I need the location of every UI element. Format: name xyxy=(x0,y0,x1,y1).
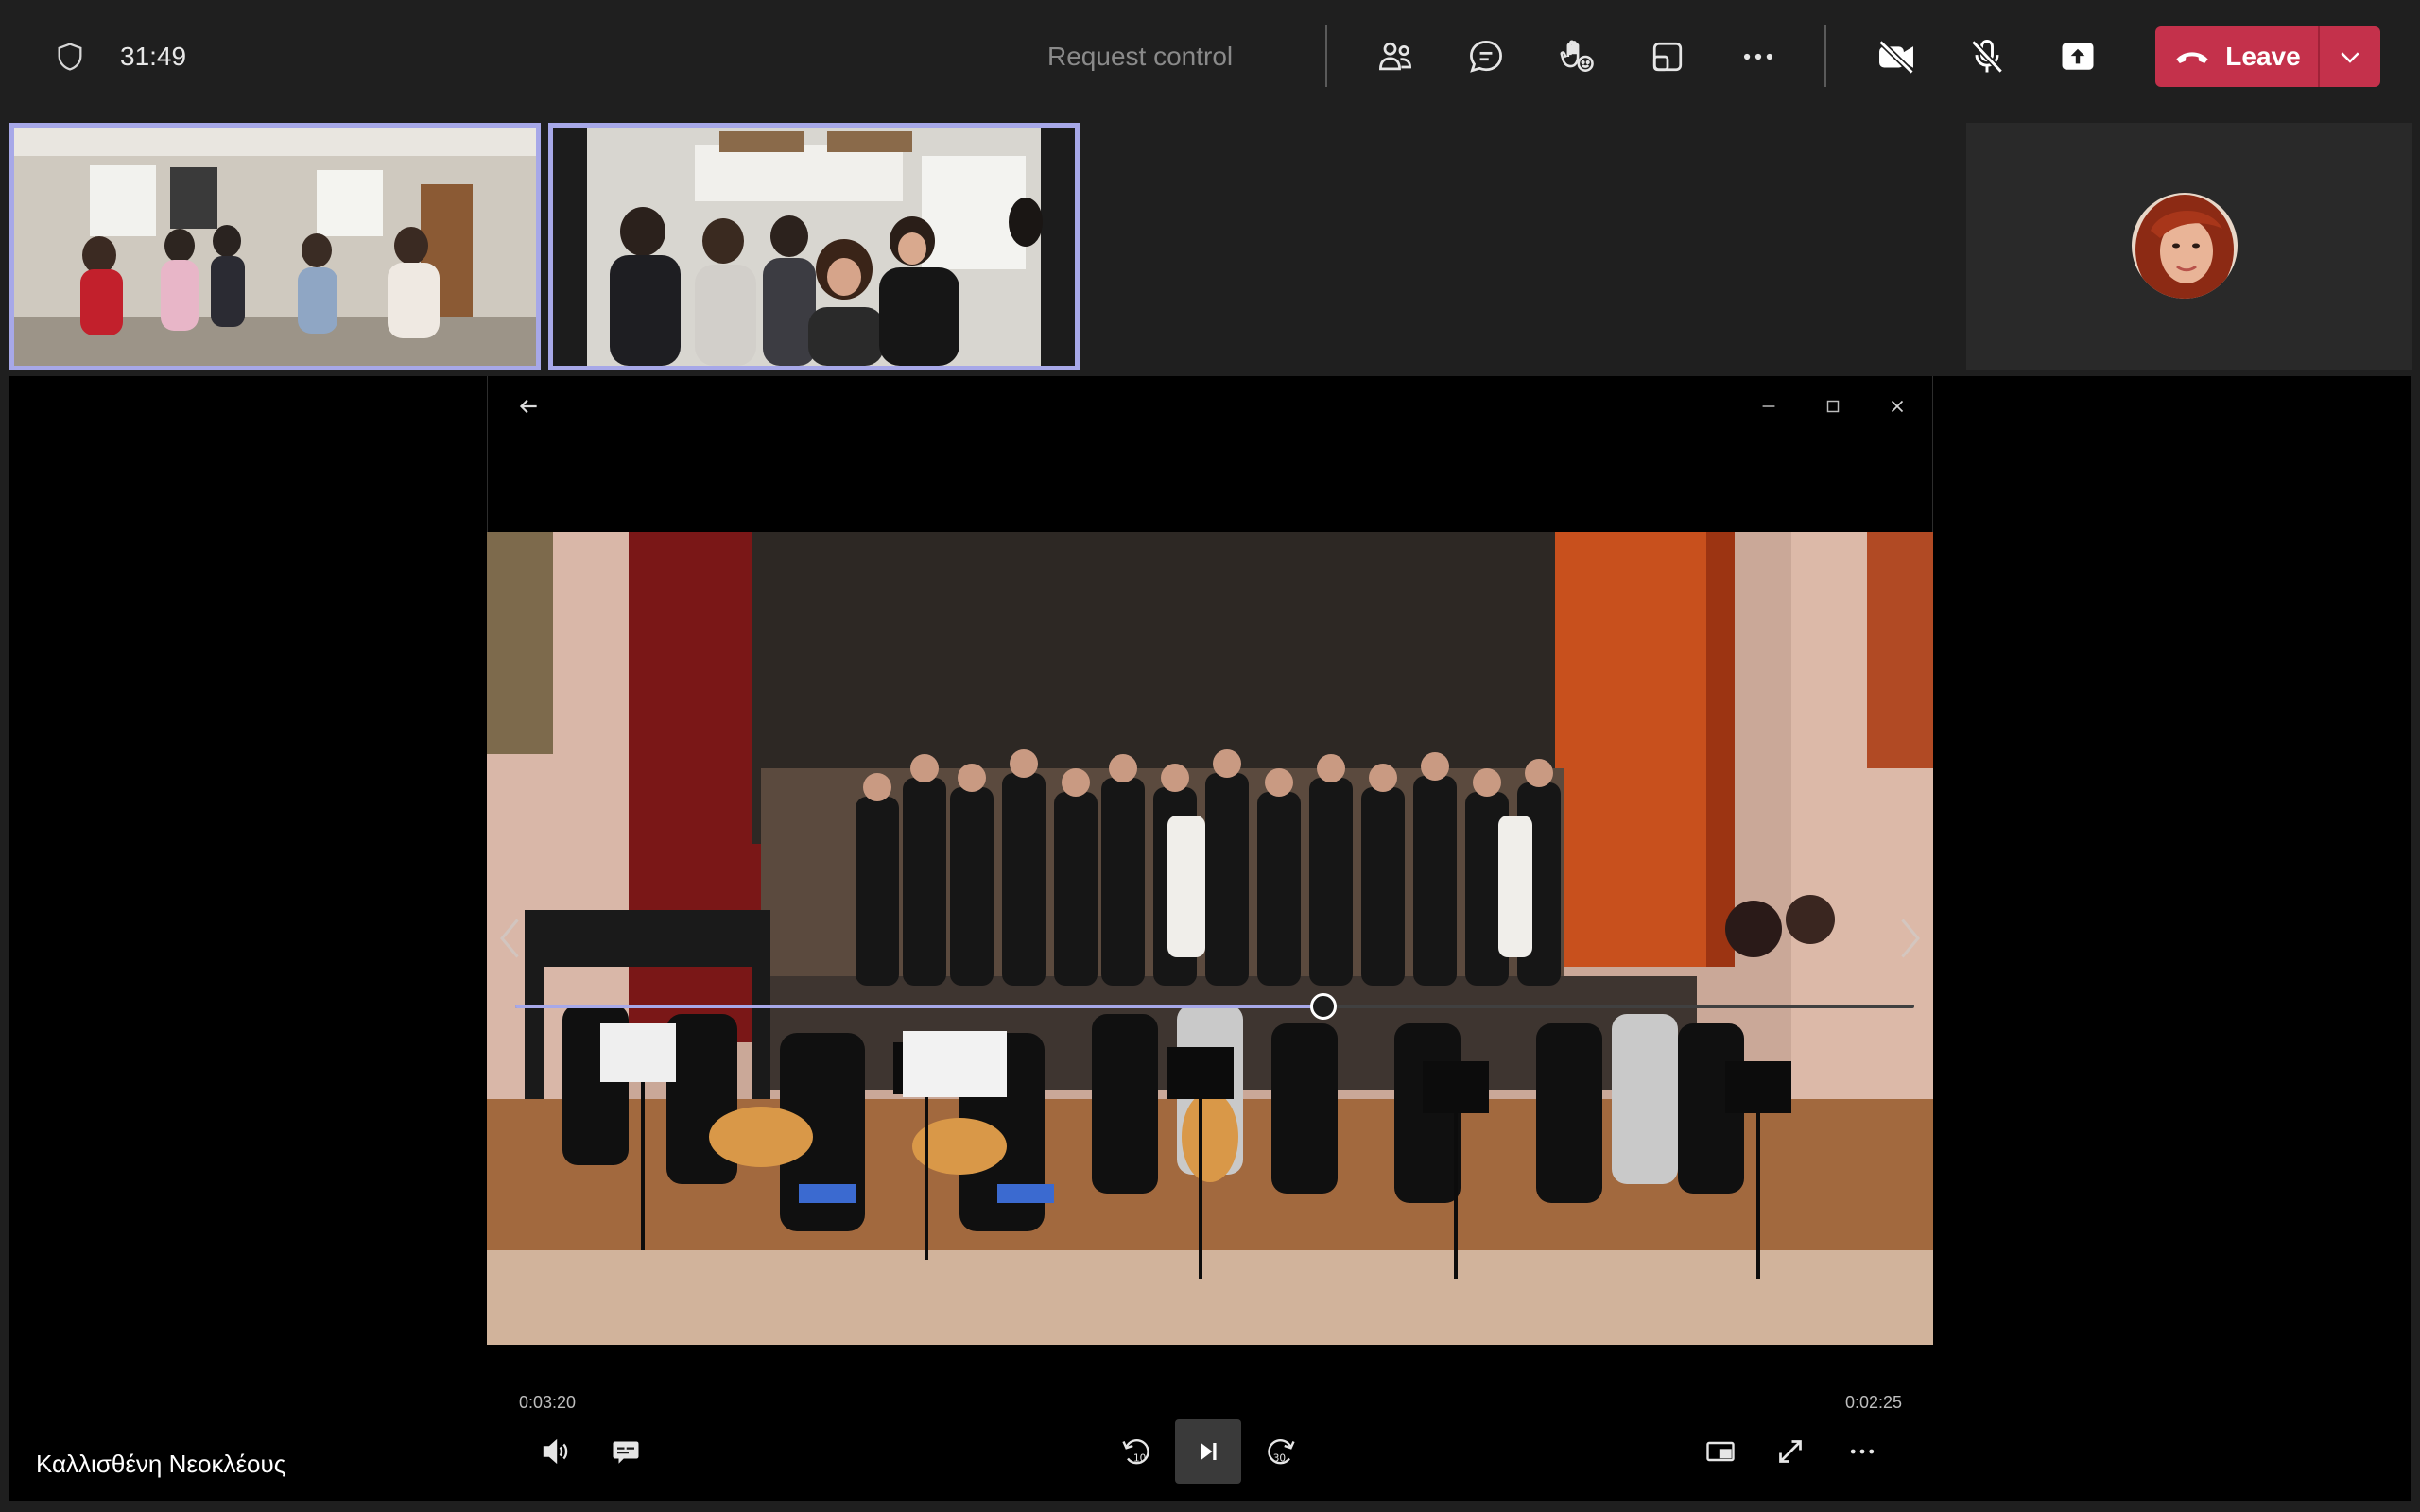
seek-handle[interactable] xyxy=(1310,993,1338,1020)
classroom-video-image xyxy=(553,128,1075,366)
toolbar-divider xyxy=(1325,25,1327,87)
next-slide-icon[interactable] xyxy=(1891,910,1928,967)
leave-options-button[interactable] xyxy=(2320,26,2380,87)
classroom-video-image xyxy=(14,128,536,366)
hang-up-icon xyxy=(2176,52,2208,63)
self-preview-tile[interactable] xyxy=(1966,123,2412,370)
previous-slide-icon[interactable] xyxy=(492,910,529,967)
participant-video-tile[interactable] xyxy=(9,123,541,370)
people-icon[interactable] xyxy=(1365,26,1426,87)
close-icon[interactable] xyxy=(1878,387,1916,425)
seek-bar[interactable] xyxy=(515,992,1914,1021)
request-control-button[interactable]: Request control xyxy=(1047,36,1233,77)
raise-hand-icon[interactable] xyxy=(1547,26,1607,87)
toolbar-divider xyxy=(1824,25,1826,87)
chat-icon[interactable] xyxy=(1456,26,1516,87)
viewer-border xyxy=(487,376,488,532)
participant-video-tile[interactable] xyxy=(548,123,1080,370)
duration-time: 0:02:25 xyxy=(1845,1393,1903,1412)
media-viewer xyxy=(487,376,1933,1501)
skip-forward-30-icon[interactable]: 30 xyxy=(1254,1425,1307,1478)
player-more-icon[interactable] xyxy=(1836,1425,1889,1478)
meeting-timer: 31:49 xyxy=(120,42,187,71)
more-options-icon[interactable] xyxy=(1728,26,1789,87)
share-tray-icon[interactable] xyxy=(1637,26,1698,87)
leave-button-group: Leave xyxy=(2155,26,2380,87)
leave-label: Leave xyxy=(2225,42,2301,71)
participant-name-label: Καλλισθένη Νεοκλέους xyxy=(36,1450,286,1478)
concert-video-frame[interactable] xyxy=(487,532,1933,1345)
current-time: 0:03:20 xyxy=(519,1393,577,1412)
play-pause-button[interactable] xyxy=(1175,1419,1241,1484)
picture-in-picture-icon[interactable] xyxy=(1694,1425,1747,1478)
fullscreen-icon[interactable] xyxy=(1764,1425,1817,1478)
share-content-icon[interactable] xyxy=(2048,26,2108,87)
play-pause-icon xyxy=(1201,1443,1217,1460)
concert-video-image xyxy=(487,532,1933,1345)
mic-off-icon[interactable] xyxy=(1957,26,2017,87)
chevron-down-icon xyxy=(2341,52,2360,63)
meeting-toolbar: 31:49 Request control Leave xyxy=(0,0,2420,112)
viewer-border xyxy=(1932,376,1933,532)
back-arrow-icon[interactable] xyxy=(508,386,549,427)
avatar-image xyxy=(2132,193,2238,299)
skip-back-10-icon[interactable]: 10 xyxy=(1110,1425,1163,1478)
captions-icon[interactable] xyxy=(599,1425,652,1478)
camera-off-icon[interactable] xyxy=(1866,26,1927,87)
minimize-icon[interactable] xyxy=(1750,387,1788,425)
maximize-icon[interactable] xyxy=(1814,387,1852,425)
leave-button[interactable]: Leave xyxy=(2155,26,2318,87)
shield-icon[interactable] xyxy=(49,36,91,77)
svg-text:10: 10 xyxy=(1133,1453,1146,1465)
shared-content-stage xyxy=(9,376,2411,1501)
svg-text:30: 30 xyxy=(1273,1453,1286,1465)
avatar xyxy=(2132,193,2238,299)
seek-progress xyxy=(515,1005,1324,1008)
volume-icon[interactable] xyxy=(529,1425,582,1478)
